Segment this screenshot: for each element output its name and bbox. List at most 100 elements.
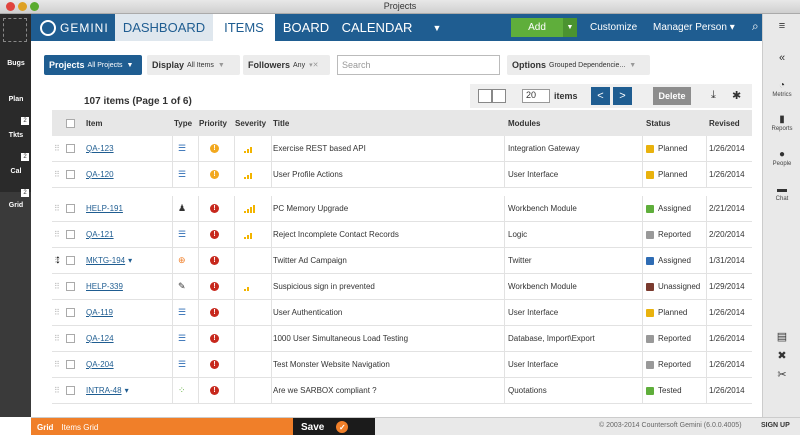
row-checkbox[interactable] <box>66 136 76 161</box>
tab-dashboard[interactable]: DASHBOARD <box>115 14 213 41</box>
row-checkbox[interactable] <box>66 300 76 325</box>
menu-icon[interactable]: ≡ <box>763 20 800 32</box>
followers-filter[interactable]: Followers Any ▾✕ <box>243 55 330 75</box>
table-row[interactable]: ⠿ HELP-191 ♟ ! PC Memory Upgrade Workben… <box>52 196 752 222</box>
collapse-chevron-icon[interactable]: « <box>763 52 800 64</box>
table-row[interactable]: ⠿ MKTG-194 ▾ ⊕ ! Twitter Ad Campaign Twi… <box>52 248 752 274</box>
row-checkbox[interactable] <box>66 378 76 403</box>
rail-tab-plan[interactable]: Plan <box>6 90 26 108</box>
rail-people[interactable]: ● People <box>763 149 800 167</box>
table-row[interactable]: ⠿ QA-123 ☰ ! Exercise REST based API Int… <box>52 136 752 162</box>
item-link[interactable]: INTRA-48 <box>86 386 122 395</box>
nav-more-dropdown-icon[interactable]: ▼ <box>427 14 447 41</box>
window-titlebar: Projects <box>0 0 800 14</box>
col-severity[interactable]: Severity <box>235 110 271 136</box>
col-item[interactable]: Item <box>86 110 166 136</box>
select-all-checkbox[interactable] <box>66 110 76 136</box>
row-checkbox[interactable] <box>66 326 76 351</box>
rail-tab-label: Plan <box>8 95 24 103</box>
col-revised[interactable]: Revised <box>709 110 752 136</box>
col-modules[interactable]: Modules <box>508 110 628 136</box>
drag-handle-icon[interactable]: ⠿ <box>54 308 60 317</box>
item-link[interactable]: QA-124 <box>86 334 114 343</box>
user-icon: ♟ <box>178 203 187 213</box>
prev-page-button[interactable]: < <box>591 87 610 105</box>
card-view-icon[interactable] <box>492 89 506 103</box>
clear-icon[interactable]: ▾✕ <box>309 61 318 69</box>
list-view-icon[interactable] <box>478 89 492 103</box>
tab-board[interactable]: BOARD <box>275 14 337 41</box>
search-input[interactable] <box>337 55 500 75</box>
table-row[interactable]: ⠿ HELP-339 ✎ ! Suspicious sign in preven… <box>52 274 752 300</box>
col-title[interactable]: Title <box>273 110 473 136</box>
gemini-logo[interactable]: GEMINI <box>40 18 109 38</box>
workspace-icon[interactable] <box>3 18 27 42</box>
item-link[interactable]: HELP-339 <box>86 282 123 291</box>
drag-handle-icon[interactable]: ⠿ <box>54 360 60 369</box>
col-type[interactable]: Type <box>174 110 198 136</box>
row-checkbox[interactable] <box>66 162 76 187</box>
table-row[interactable]: ⠿ INTRA-48 ▾ ⁘ ! Are we SARBOX compliant… <box>52 378 752 404</box>
save-button[interactable]: Save ✓ <box>293 418 375 435</box>
tab-calendar[interactable]: CALENDAR <box>337 14 417 41</box>
drag-handle-icon[interactable]: ⠿ <box>54 204 60 213</box>
gear-icon[interactable]: ✱ <box>732 89 741 102</box>
display-filter[interactable]: Display All Items ▼ <box>147 55 240 75</box>
table-row[interactable]: ⠿ QA-121 ☰ ! Reject Incomplete Contact R… <box>52 222 752 248</box>
close-icon[interactable]: ✖ <box>763 349 800 362</box>
drag-handle-icon[interactable]: ⠿ <box>54 230 60 239</box>
rail-tab-cal[interactable]: Cal <box>6 162 26 180</box>
options-filter[interactable]: Options Grouped Dependencie... ▼ <box>507 55 650 75</box>
tab-items[interactable]: ITEMS <box>213 14 275 41</box>
status-icon <box>646 230 654 239</box>
plus-icon: ⊕ <box>178 255 186 265</box>
row-chevron-down-icon[interactable]: ▾ <box>125 386 129 395</box>
col-priority[interactable]: Priority <box>199 110 233 136</box>
item-link[interactable]: QA-120 <box>86 170 114 179</box>
drag-handle-icon[interactable]: ⠿ <box>54 282 60 291</box>
item-link[interactable]: MKTG-194 <box>86 256 125 265</box>
chevron-down-icon: ▼ <box>126 61 134 69</box>
add-dropdown-icon[interactable]: ▼ <box>563 18 577 37</box>
customize-link[interactable]: Customize <box>590 22 637 33</box>
add-button[interactable]: Add ▼ <box>511 18 577 37</box>
table-row[interactable]: ⠿ QA-119 ☰ ! User Authentication User In… <box>52 300 752 326</box>
item-link[interactable]: HELP-191 <box>86 204 123 213</box>
item-link[interactable]: QA-119 <box>86 308 113 317</box>
rail-tab-bugs[interactable]: Bugs <box>6 54 26 72</box>
rail-metrics[interactable]: ◔ Metrics <box>763 80 800 98</box>
page-size-input[interactable]: 20 <box>522 89 550 103</box>
rail-chat[interactable]: ▬ Chat <box>763 184 800 202</box>
row-status-label: Assigned <box>658 204 691 213</box>
row-checkbox[interactable] <box>66 222 76 247</box>
tools-icon[interactable]: ✂ <box>763 368 800 381</box>
rail-tab-grid[interactable]: Grid <box>6 196 26 214</box>
export-icon[interactable]: ⤓ <box>711 89 716 102</box>
row-checkbox[interactable] <box>66 248 76 273</box>
table-row[interactable]: ⠿ QA-204 ☰ ! Test Monster Website Naviga… <box>52 352 752 378</box>
row-chevron-down-icon[interactable]: ▾ <box>128 256 132 265</box>
drag-handle-icon[interactable]: ⠿ <box>54 386 60 395</box>
item-link[interactable]: QA-121 <box>86 230 114 239</box>
next-page-button[interactable]: > <box>613 87 632 105</box>
projects-filter[interactable]: Projects All Projects ▼ <box>44 55 142 75</box>
delete-button[interactable]: Delete <box>653 87 691 105</box>
row-checkbox[interactable] <box>66 274 76 299</box>
signup-link[interactable]: SIGN UP <box>761 422 790 429</box>
row-checkbox[interactable] <box>66 352 76 377</box>
col-status[interactable]: Status <box>646 110 706 136</box>
rail-tab-tkts[interactable]: Tkts <box>6 126 26 144</box>
row-checkbox[interactable] <box>66 196 76 221</box>
item-link[interactable]: QA-123 <box>86 144 114 153</box>
user-menu[interactable]: Manager Person ▾ <box>653 22 735 33</box>
table-row[interactable]: ⠿ QA-120 ☰ ! User Profile Actions User I… <box>52 162 752 188</box>
drag-handle-icon[interactable]: ⠿ <box>54 170 60 179</box>
clipboard-icon[interactable]: ▤ <box>763 330 800 343</box>
search-icon[interactable]: ⌕ <box>752 19 759 34</box>
drag-handle-icon[interactable]: ⠿ <box>54 334 60 343</box>
row-status-label: Reported <box>658 334 691 343</box>
item-link[interactable]: QA-204 <box>86 360 114 369</box>
drag-handle-icon[interactable]: ⠿ <box>54 144 60 153</box>
rail-reports[interactable]: ▮ Reports <box>763 114 800 132</box>
table-row[interactable]: ⠿ QA-124 ☰ ! 1000 User Simultaneous Load… <box>52 326 752 352</box>
